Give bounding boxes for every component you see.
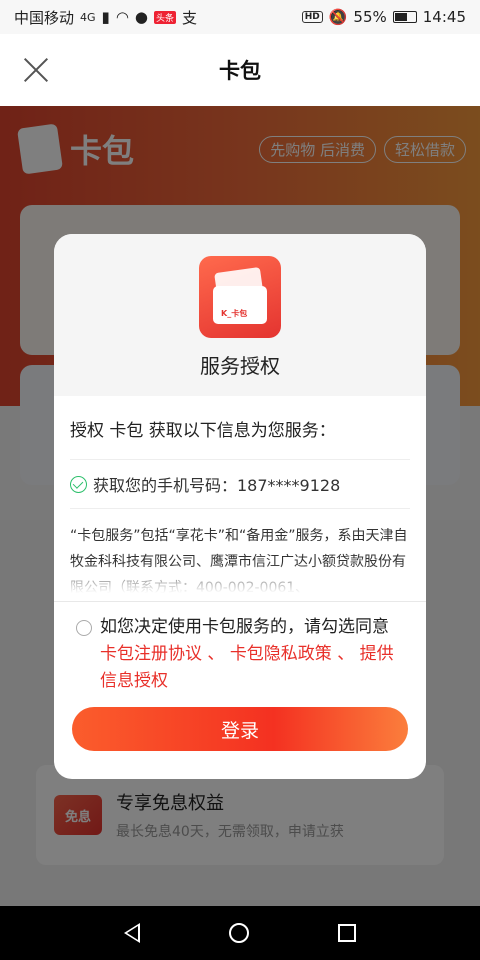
consent-row: 如您决定使用卡包服务的，请勾选同意 卡包注册协议 、 卡包隐私政策 、 提供信息…: [54, 602, 426, 695]
alipay-icon: 支: [182, 8, 198, 27]
link-separator: 、: [207, 644, 225, 664]
card-front-shape: K_卡包: [213, 286, 267, 324]
wechat-icon: ●: [134, 8, 148, 26]
home-icon[interactable]: [228, 923, 249, 943]
modal-title: 服务授权: [200, 354, 280, 378]
nav-bar: 卡包: [0, 34, 480, 106]
status-right: HD 🔕 55% 14:45: [301, 8, 466, 26]
check-circle-icon: [70, 475, 87, 493]
network-label: 4G: [80, 10, 96, 24]
clock: 14:45: [422, 8, 466, 26]
back-icon[interactable]: [124, 923, 141, 943]
consent-prefix: 如您决定使用卡包服务的，请勾选同意: [100, 617, 389, 637]
hd-icon: HD: [301, 11, 323, 23]
mute-icon: 🔕: [328, 8, 348, 26]
modal-header: K_卡包 服务授权: [54, 234, 426, 396]
consent-text: 如您决定使用卡包服务的，请勾选同意 卡包注册协议 、 卡包隐私政策 、 提供信息…: [100, 614, 410, 695]
recent-apps-icon[interactable]: [337, 924, 356, 942]
auth-header: 授权 卡包 获取以下信息为您服务：: [70, 421, 336, 441]
service-description-scroll[interactable]: “卡包服务”包括“享花卡”和“备用金”服务，系由天津自牧金科科技有限公司、鹰潭市…: [70, 523, 410, 593]
wifi-icon: ◠: [115, 8, 129, 26]
system-nav-bar: [0, 906, 480, 960]
toutiao-icon: 头条: [154, 10, 177, 24]
page-title: 卡包: [219, 59, 261, 83]
link-separator: 、: [337, 644, 355, 664]
status-left: 中国移动 4G ▮ ◠ ● 头条 支: [14, 7, 197, 28]
battery-percent: 55%: [353, 8, 387, 26]
consent-checkbox[interactable]: [76, 620, 92, 636]
close-icon[interactable]: [22, 56, 50, 84]
auth-modal: K_卡包 服务授权 授权 卡包 获取以下信息为您服务： 获取您的手机号码：187…: [54, 234, 426, 779]
link-privacy-policy[interactable]: 卡包隐私政策: [230, 644, 332, 664]
signal-icon: ▮: [101, 8, 110, 26]
auth-item-label: 获取您的手机号码：187****9128: [93, 476, 341, 495]
login-button[interactable]: 登录: [72, 707, 408, 751]
kabao-app-icon: K_卡包: [199, 256, 281, 338]
link-register-agreement[interactable]: 卡包注册协议: [100, 644, 202, 664]
service-description: “卡包服务”包括“享花卡”和“备用金”服务，系由天津自牧金科科技有限公司、鹰潭市…: [70, 528, 408, 593]
status-bar: 中国移动 4G ▮ ◠ ● 头条 支 HD 🔕 55% 14:45: [0, 0, 480, 34]
carrier-label: 中国移动: [14, 8, 75, 27]
auth-item-phone: 获取您的手机号码：187****9128: [70, 459, 410, 509]
battery-icon: [392, 11, 417, 23]
